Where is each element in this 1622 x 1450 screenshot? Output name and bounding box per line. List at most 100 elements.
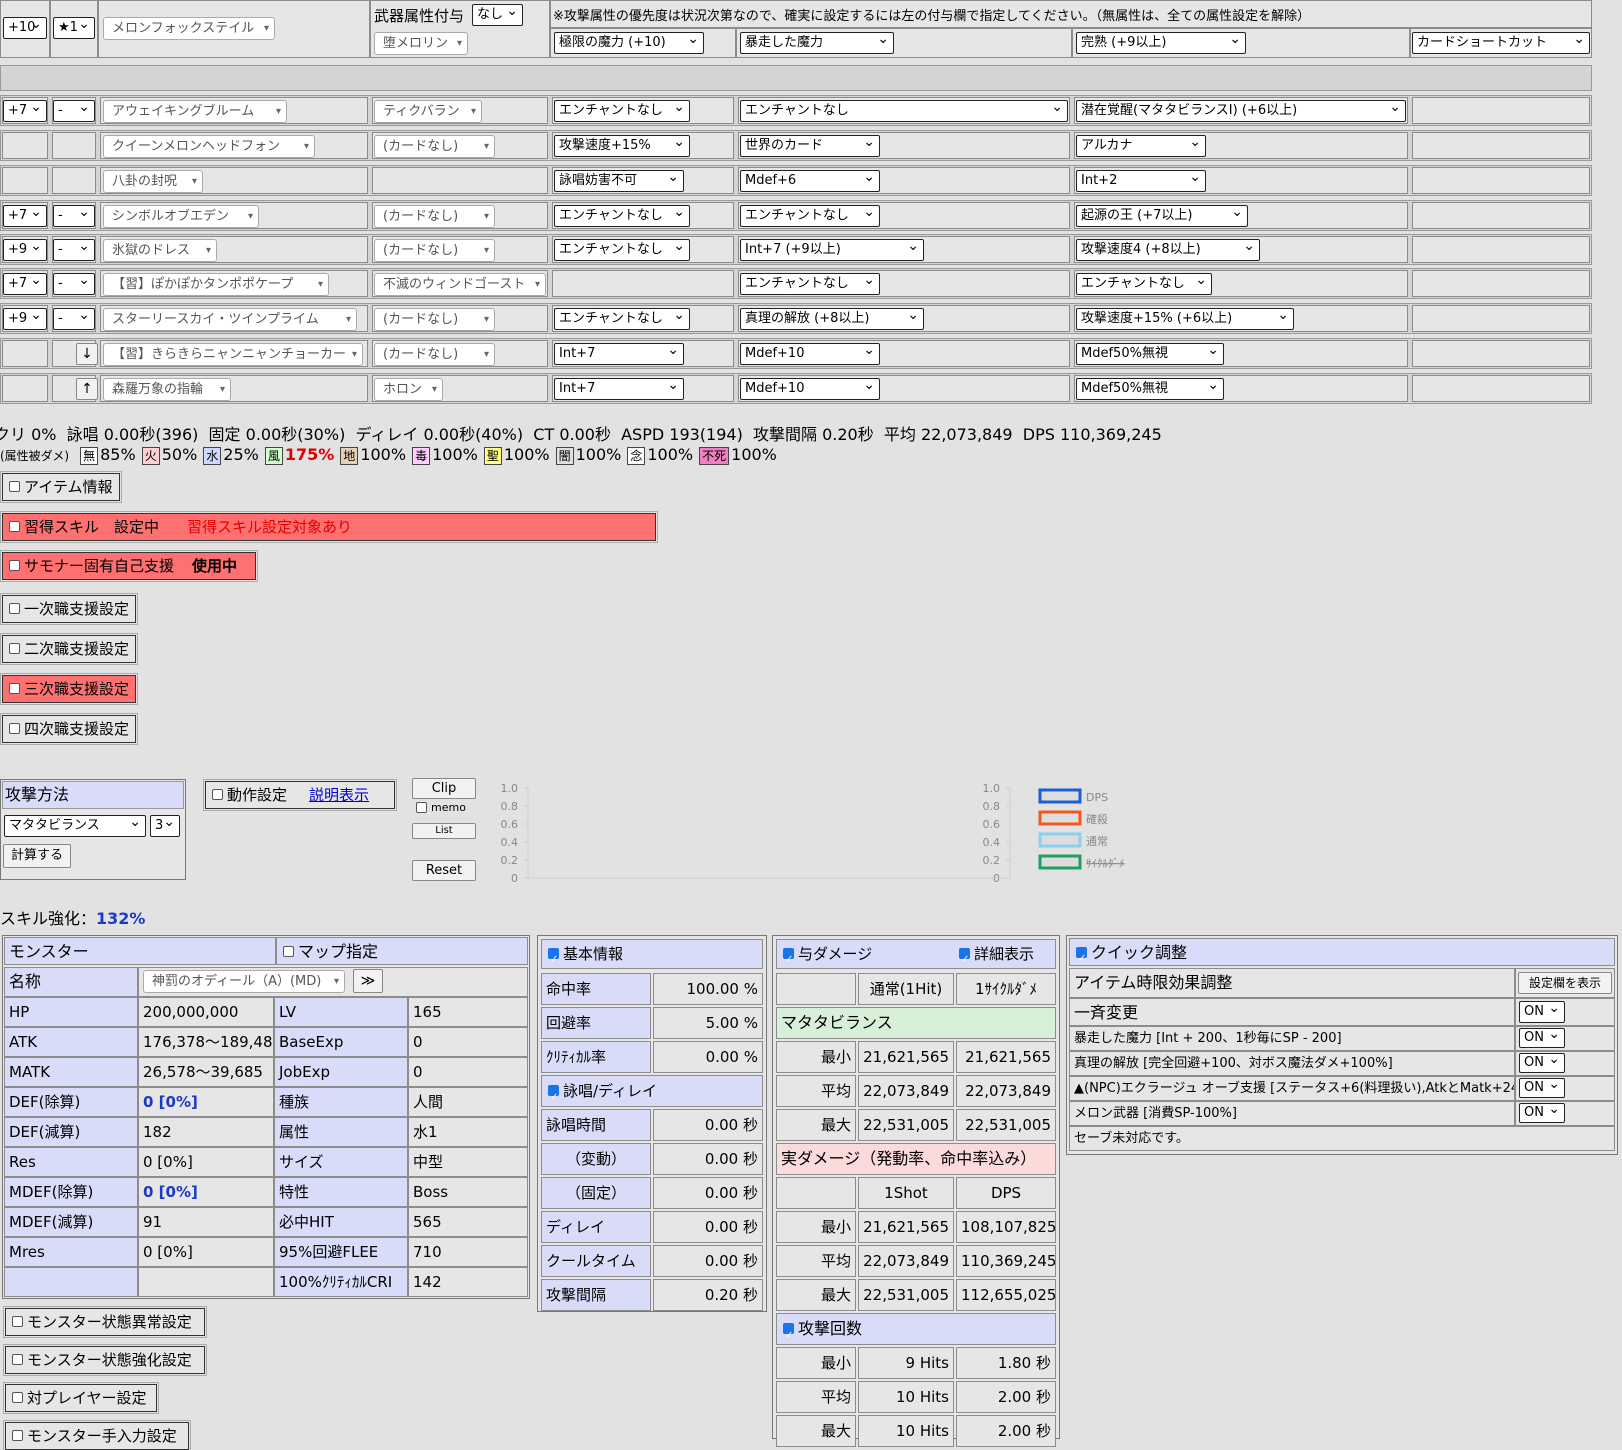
equip-enchant-3[interactable]: 攻撃速度4 (+8以上): [1076, 239, 1260, 261]
monster-extra-checkbox[interactable]: [12, 1354, 23, 1365]
equip-item-select[interactable]: 【習】ぽかぽかタンポポケープ: [103, 273, 329, 296]
learned-skill-checkbox[interactable]: [9, 521, 20, 532]
equip-refine-select[interactable]: +9: [3, 239, 47, 261]
map-toggle[interactable]: マップ指定: [276, 937, 528, 965]
equip-enchant-3[interactable]: 攻撃速度+15% (+6以上): [1076, 308, 1294, 330]
equip-enchant-2[interactable]: 世界のカード: [740, 135, 880, 157]
equip-card-select[interactable]: (カードなし): [374, 205, 495, 228]
equip-refine-select[interactable]: +7: [3, 205, 47, 227]
summoner-toggle[interactable]: サモナー固有自己支援 使用中: [0, 550, 258, 582]
equip-refine-select[interactable]: +9: [3, 308, 47, 330]
quick-effect-select[interactable]: ON: [1519, 1028, 1565, 1048]
equip-grade-select[interactable]: -: [53, 308, 95, 330]
equip-enchant-3[interactable]: エンチャントなし: [1076, 273, 1212, 295]
equip-item-select[interactable]: クイーンメロンヘッドフォン: [103, 135, 315, 158]
job1-checkbox[interactable]: [9, 603, 20, 614]
attack-skill-select[interactable]: マタタビランス: [4, 815, 146, 837]
equip-enchant-3[interactable]: 起源の王 (+7以上): [1076, 205, 1248, 227]
monster-extra-checkbox[interactable]: [12, 1316, 23, 1327]
equip-enchant-1[interactable]: エンチャントなし: [554, 308, 690, 330]
reset-button[interactable]: Reset: [412, 860, 476, 881]
hits-checkbox[interactable]: [783, 1321, 794, 1344]
job3-checkbox[interactable]: [9, 683, 20, 694]
quick-effect-select[interactable]: ON: [1519, 1053, 1565, 1073]
weapon-enchant-2[interactable]: 暴走した魔力: [740, 32, 894, 54]
item-info-checkbox[interactable]: [9, 481, 20, 492]
equip-card-select[interactable]: ホロン: [374, 378, 443, 401]
equip-grade-arrow-button[interactable]: ↓: [76, 343, 98, 365]
hits-header[interactable]: 攻撃回数: [776, 1313, 1056, 1345]
equip-item-select[interactable]: アウェイキングブルーム: [103, 100, 287, 123]
list-button[interactable]: List: [412, 823, 476, 839]
equip-enchant-2[interactable]: Mdef+10: [740, 378, 880, 400]
damage-header[interactable]: 与ダメージ 詳細表示: [776, 939, 1056, 969]
monster-extra-toggle[interactable]: モンスター状態異常設定: [3, 1306, 207, 1338]
equip-enchant-1[interactable]: エンチャントなし: [554, 205, 690, 227]
memo-checkbox[interactable]: [416, 801, 427, 813]
clip-button[interactable]: Clip: [412, 778, 476, 799]
equip-enchant-3[interactable]: アルカナ: [1076, 135, 1206, 157]
cast-delay-header[interactable]: 詠唱/ディレイ: [541, 1075, 763, 1107]
explain-link[interactable]: 説明表示: [309, 786, 369, 804]
equip-enchant-2[interactable]: Mdef+6: [740, 170, 880, 192]
refine-select[interactable]: +10: [3, 17, 47, 39]
cast-delay-checkbox[interactable]: [548, 1083, 559, 1106]
summoner-checkbox[interactable]: [9, 560, 20, 571]
monster-extra-checkbox[interactable]: [12, 1392, 23, 1403]
equip-item-select[interactable]: 氷獄のドレス: [103, 239, 217, 262]
monster-next-button[interactable]: ≫: [353, 969, 383, 993]
monster-extra-toggle[interactable]: 対プレイヤー設定: [3, 1382, 159, 1414]
job3-support-toggle[interactable]: 三次職支援設定: [0, 673, 138, 705]
equip-item-select[interactable]: 森羅万象の指輪: [103, 378, 231, 401]
equip-enchant-1[interactable]: 詠唱妨害不可: [554, 170, 684, 192]
job4-support-toggle[interactable]: 四次職支援設定: [0, 713, 138, 745]
monster-extra-toggle[interactable]: モンスター手入力設定: [3, 1420, 191, 1450]
equip-enchant-2[interactable]: 真理の解放 (+8以上): [740, 308, 924, 330]
equip-enchant-3[interactable]: Mdef50%無視: [1076, 378, 1224, 400]
star-select[interactable]: ★1: [53, 17, 95, 39]
quick-effect-select[interactable]: ON: [1519, 1078, 1565, 1098]
equip-grade-select[interactable]: -: [53, 273, 95, 295]
map-checkbox[interactable]: [283, 946, 294, 957]
equip-item-select[interactable]: 【習】きらきらニャンニャンチョーカー: [103, 343, 363, 366]
equip-item-select[interactable]: シンボルオブエデン: [103, 205, 259, 228]
monster-extra-checkbox[interactable]: [12, 1430, 23, 1441]
quick-effect-select[interactable]: ON: [1519, 1103, 1565, 1123]
quick-adjust-header[interactable]: クイック調整: [1069, 938, 1615, 966]
damage-checkbox[interactable]: [783, 946, 794, 968]
job2-support-toggle[interactable]: 二次職支援設定: [0, 633, 138, 665]
equip-card-select[interactable]: (カードなし): [374, 343, 495, 366]
weapon-card-select[interactable]: 堕メロリン: [374, 32, 468, 55]
equip-enchant-2[interactable]: エンチャントなし: [740, 205, 880, 227]
weapon-enchant-1[interactable]: 極限の魔力 (+10): [554, 32, 704, 54]
equip-card-select[interactable]: 不滅のウィンドゴースト: [374, 273, 546, 296]
equip-enchant-2[interactable]: エンチャントなし: [740, 273, 880, 295]
job1-support-toggle[interactable]: 一次職支援設定: [0, 593, 138, 625]
equip-enchant-2[interactable]: Int+7 (+9以上): [740, 239, 924, 261]
bulk-change-select[interactable]: ON: [1519, 1001, 1565, 1023]
equip-grade-select[interactable]: -: [53, 205, 95, 227]
equip-item-select[interactable]: 八卦の封呪: [103, 170, 203, 193]
equip-enchant-3[interactable]: Mdef50%無視: [1076, 343, 1224, 365]
equip-refine-select[interactable]: +7: [3, 273, 47, 295]
equip-grade-arrow-button[interactable]: ↑: [76, 378, 98, 400]
basic-info-checkbox[interactable]: [548, 946, 559, 968]
equip-enchant-1[interactable]: 攻撃速度+15%: [554, 135, 690, 157]
card-shortcut-select[interactable]: カードショートカット: [1412, 32, 1590, 54]
learned-skill-toggle[interactable]: 習得スキル 設定中 習得スキル設定対象あり: [0, 511, 658, 543]
monster-extra-toggle[interactable]: モンスター状態強化設定: [3, 1344, 207, 1376]
weapon-select[interactable]: メロンフォックステイル: [103, 17, 275, 40]
equip-card-select[interactable]: (カードなし): [374, 135, 495, 158]
basic-info-header[interactable]: 基本情報: [541, 939, 763, 969]
action-settings-checkbox[interactable]: [212, 789, 223, 800]
item-info-toggle[interactable]: アイテム情報: [0, 471, 122, 503]
equip-card-select[interactable]: (カードなし): [374, 308, 495, 331]
job2-checkbox[interactable]: [9, 643, 20, 654]
show-settings-button[interactable]: 設定欄を表示: [1518, 972, 1612, 994]
equip-enchant-1[interactable]: Int+7: [554, 378, 684, 400]
job4-checkbox[interactable]: [9, 723, 20, 734]
equip-enchant-2[interactable]: Mdef+10: [740, 343, 880, 365]
calculate-button[interactable]: 計算する: [3, 844, 71, 868]
equip-item-select[interactable]: スターリースカイ・ツインプライム: [103, 308, 357, 331]
equip-grade-select[interactable]: -: [53, 100, 95, 122]
